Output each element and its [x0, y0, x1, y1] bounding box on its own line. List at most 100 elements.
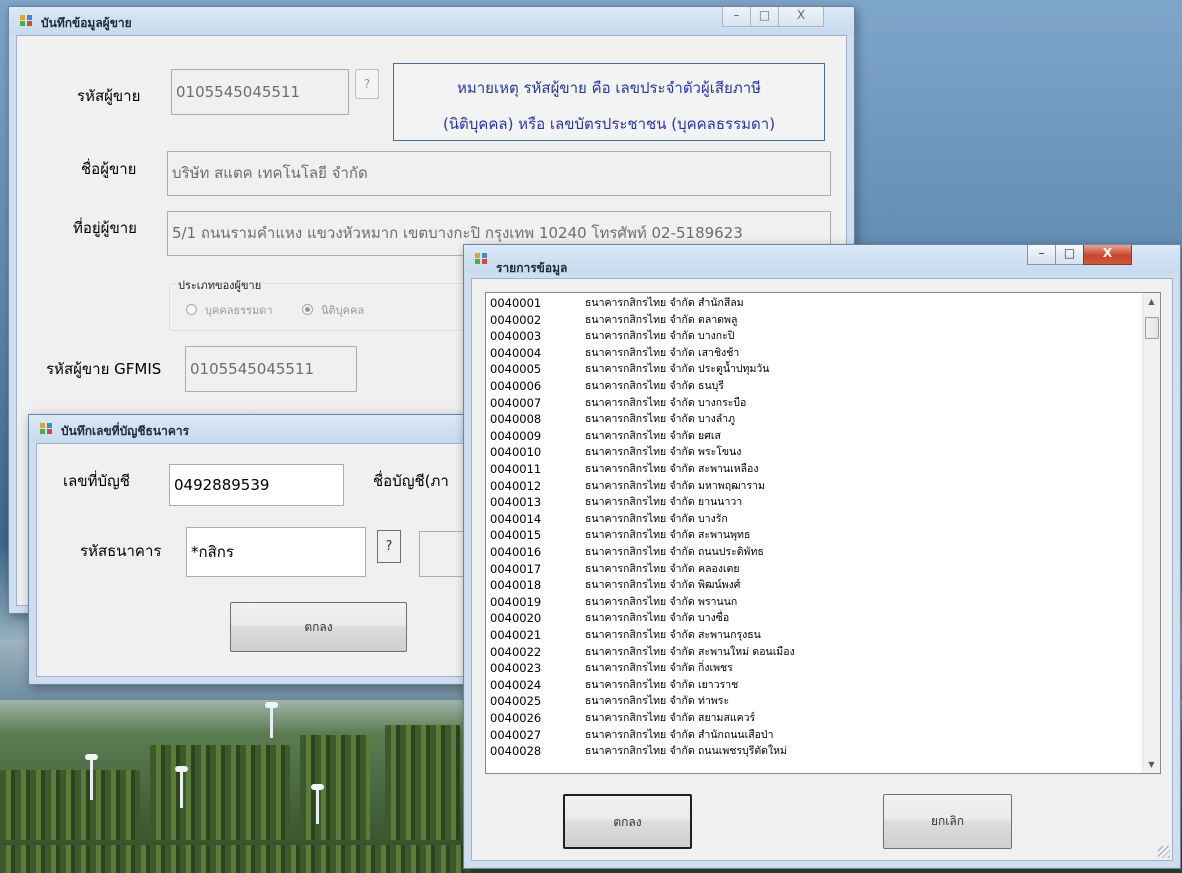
listbox-scrollbar[interactable]: ▲ ▼ — [1142, 293, 1160, 773]
list-item-code: 0040002 — [490, 312, 542, 327]
account-no-field[interactable]: 0492889539 — [169, 464, 344, 506]
wallpaper-lamp — [311, 784, 324, 824]
list-cancel-button[interactable]: ยกเลิก — [883, 794, 1012, 849]
list-item-name: ธนาคารกสิกรไทย จำกัด สยามสแควร์ — [585, 712, 756, 724]
list-item-code: 0040028 — [490, 744, 542, 759]
list-item-code: 0040016 — [490, 545, 542, 559]
list-item-name: ธนาคารกสิกรไทย จำกัด สะพานเหลือง — [585, 463, 759, 475]
radio-juristic[interactable]: นิติบุคคล — [302, 301, 364, 319]
list-item-name: ธนาคารกสิกรไทย จำกัด ถนนประดิพัทธ — [585, 546, 764, 558]
seller-type-group-title: ประเภทของผู้ขาย — [176, 276, 264, 294]
window-app-icon — [20, 15, 33, 27]
minimize-button[interactable]: – — [722, 7, 751, 27]
minimize-icon: – — [1038, 246, 1045, 260]
list-item-code: 0040010 — [490, 445, 542, 460]
list-item-code: 0040023 — [490, 661, 542, 676]
list-item-code: 0040018 — [490, 578, 542, 593]
seller-name-field[interactable]: บริษัท สแตค เทคโนโลยี จำกัด — [167, 151, 831, 196]
window-app-icon — [40, 423, 53, 435]
list-item-code: 0040015 — [490, 528, 542, 543]
radio-juristic-circle — [302, 304, 313, 315]
list-item-code: 0040017 — [490, 561, 542, 576]
data-listbox[interactable]: 0040001 ธนาคารกสิกรไทย จำกัด สำนักสีลม 004… — [485, 292, 1161, 774]
bank-lookup-button[interactable]: ? — [377, 530, 401, 563]
list-item-name: ธนาคารกสิกรไทย จำกัด พรานนก — [585, 595, 738, 608]
close-button[interactable]: X — [778, 7, 824, 27]
wallpaper-lamp — [175, 766, 188, 808]
radio-person-circle — [186, 304, 197, 315]
list-item-code: 0040024 — [490, 677, 542, 692]
seller-lookup-button[interactable]: ? — [355, 69, 379, 99]
account-no-label: เลขที่บัญชี — [63, 472, 130, 490]
wallpaper-lamp — [85, 754, 98, 800]
list-item-code: 0040026 — [490, 711, 542, 725]
radio-person[interactable]: บุคคลธรรมดา — [186, 301, 273, 319]
bank-titlebar[interactable]: บันทึกเลขที่บัญชีธนาคาร — [29, 415, 471, 443]
list-item-name: ธนาคารกสิกรไทย จำกัด สำนักถนนเสือป่า — [585, 728, 774, 741]
list-item-name: ธนาคารกสิกรไทย จำกัด สะพานใหม่ ดอนเมือง — [585, 645, 795, 658]
list-item-name: ธนาคารกสิกรไทย จำกัด บางกระบือ — [585, 396, 747, 409]
list-item-name: ธนาคารกสิกรไทย จำกัด สำนักสีลม — [585, 297, 744, 309]
minimize-button[interactable]: – — [1027, 245, 1056, 265]
list-item-code: 0040005 — [490, 362, 542, 377]
maximize-button[interactable]: □ — [750, 7, 779, 27]
list-item-name: ธนาคารกสิกรไทย จำกัด ท่าพระ — [585, 695, 730, 708]
close-icon: X — [1102, 246, 1113, 260]
bank-code-field[interactable]: *กสิกร — [186, 527, 366, 577]
list-item-code: 0040020 — [490, 611, 542, 626]
list-window-title: รายการข้อมูล — [496, 261, 568, 275]
list-item-code: 0040019 — [490, 594, 542, 609]
list-item-name: ธนาคารกสิกรไทย จำกัด ยศเส — [585, 429, 721, 442]
list-item-name: ธนาคารกสิกรไทย จำกัด ประตูน้ำปทุมวัน — [585, 363, 770, 376]
list-window: รายการข้อมูล – □ X 0040001 ธนาคารกสิกรไทย… — [463, 244, 1181, 869]
note-line-2: (นิติบุคคล) หรือ เลขบัตรประชาชน (บุคคลธร… — [442, 115, 776, 133]
scroll-up-icon[interactable]: ▲ — [1143, 297, 1160, 306]
wallpaper-lamp — [265, 702, 278, 738]
resize-grip-icon[interactable] — [1158, 846, 1170, 858]
list-item-code: 0040027 — [490, 727, 542, 742]
wallpaper-hedge — [0, 770, 140, 840]
list-item-name: ธนาคารกสิกรไทย จำกัด พิฒน์พงศ์ — [585, 579, 741, 592]
list-item-code: 0040009 — [490, 428, 542, 443]
wallpaper-hedge — [0, 845, 470, 873]
account-name-label: ชื่อบัญชี(ภา — [373, 472, 449, 490]
list-item-name: ธนาคารกสิกรไทย จำกัด พระโขนง — [585, 446, 742, 459]
list-client-area: 0040001 ธนาคารกสิกรไทย จำกัด สำนักสีลม 004… — [471, 278, 1173, 861]
bank-window-title: บันทึกเลขที่บัญชีธนาคาร — [61, 424, 190, 438]
bank-ok-button[interactable]: ตกลง — [230, 602, 407, 652]
scrollbar-thumb[interactable] — [1145, 317, 1159, 339]
list-item-code: 0040012 — [490, 478, 542, 493]
list-item-name: ธนาคารกสิกรไทย จำกัด บางรัก — [585, 512, 728, 525]
list-item-name: ธนาคารกสิกรไทย จำกัด สะพานกรุงธน — [585, 629, 761, 641]
list-item-code: 0040006 — [490, 379, 542, 393]
seller-code-note: หมายเหตุ รหัสผู้ขาย คือ เลขประจำตัวผู้เส… — [393, 63, 825, 141]
close-button[interactable]: X — [1083, 245, 1132, 265]
seller-code-field[interactable]: 0105545045511 — [171, 69, 349, 115]
list-item-name: ธนาคารกสิกรไทย จำกัด เสาชิงช้า — [585, 346, 740, 359]
minimize-icon: – — [733, 8, 740, 22]
gfmis-label: รหัสผู้ขาย GFMIS — [46, 360, 162, 378]
list-item-code: 0040025 — [490, 694, 542, 709]
list-ok-button[interactable]: ตกลง — [563, 794, 692, 849]
seller-code-label: รหัสผู้ขาย — [77, 87, 141, 105]
list-item-name: ธนาคารกสิกรไทย จำกัด เยาวราช — [585, 678, 739, 691]
list-item-name: ธนาคารกสิกรไทย จำกัด ธนบุรี — [585, 380, 724, 392]
bank-client-area: เลขที่บัญชี 0492889539 ชื่อบัญชี(ภา รหัส… — [36, 443, 479, 677]
radio-person-label: บุคคลธรรมดา — [205, 304, 273, 317]
list-item-code: 0040008 — [490, 412, 542, 427]
close-icon: X — [796, 8, 806, 22]
window-app-icon — [475, 253, 488, 265]
list-item-name: ธนาคารกสิกรไทย จำกัด บางซื่อ — [585, 612, 730, 625]
list-item-name: ธนาคารกสิกรไทย จำกัด ตลาดพลู — [585, 313, 738, 326]
gfmis-field[interactable]: 0105545045511 — [185, 346, 357, 392]
list-item-name: ธนาคารกสิกรไทย จำกัด บางลำภู — [585, 413, 735, 426]
list-item-name: ธนาคารกสิกรไทย จำกัด บางกะปิ — [585, 330, 735, 343]
list-item-code: 0040014 — [490, 511, 542, 526]
list-item-code: 0040011 — [490, 462, 542, 476]
list-item-name: ธนาคารกสิกรไทย จำกัด สะพานพุทธ — [585, 529, 751, 542]
list-item-name: ธนาคารกสิกรไทย จำกัด กิ่งเพชร — [585, 662, 733, 675]
maximize-button[interactable]: □ — [1055, 245, 1084, 265]
list-item-code: 0040013 — [490, 495, 542, 510]
list-item-name: ธนาคารกสิกรไทย จำกัด ยานนาวา — [585, 496, 743, 509]
scroll-down-icon[interactable]: ▼ — [1143, 760, 1160, 769]
